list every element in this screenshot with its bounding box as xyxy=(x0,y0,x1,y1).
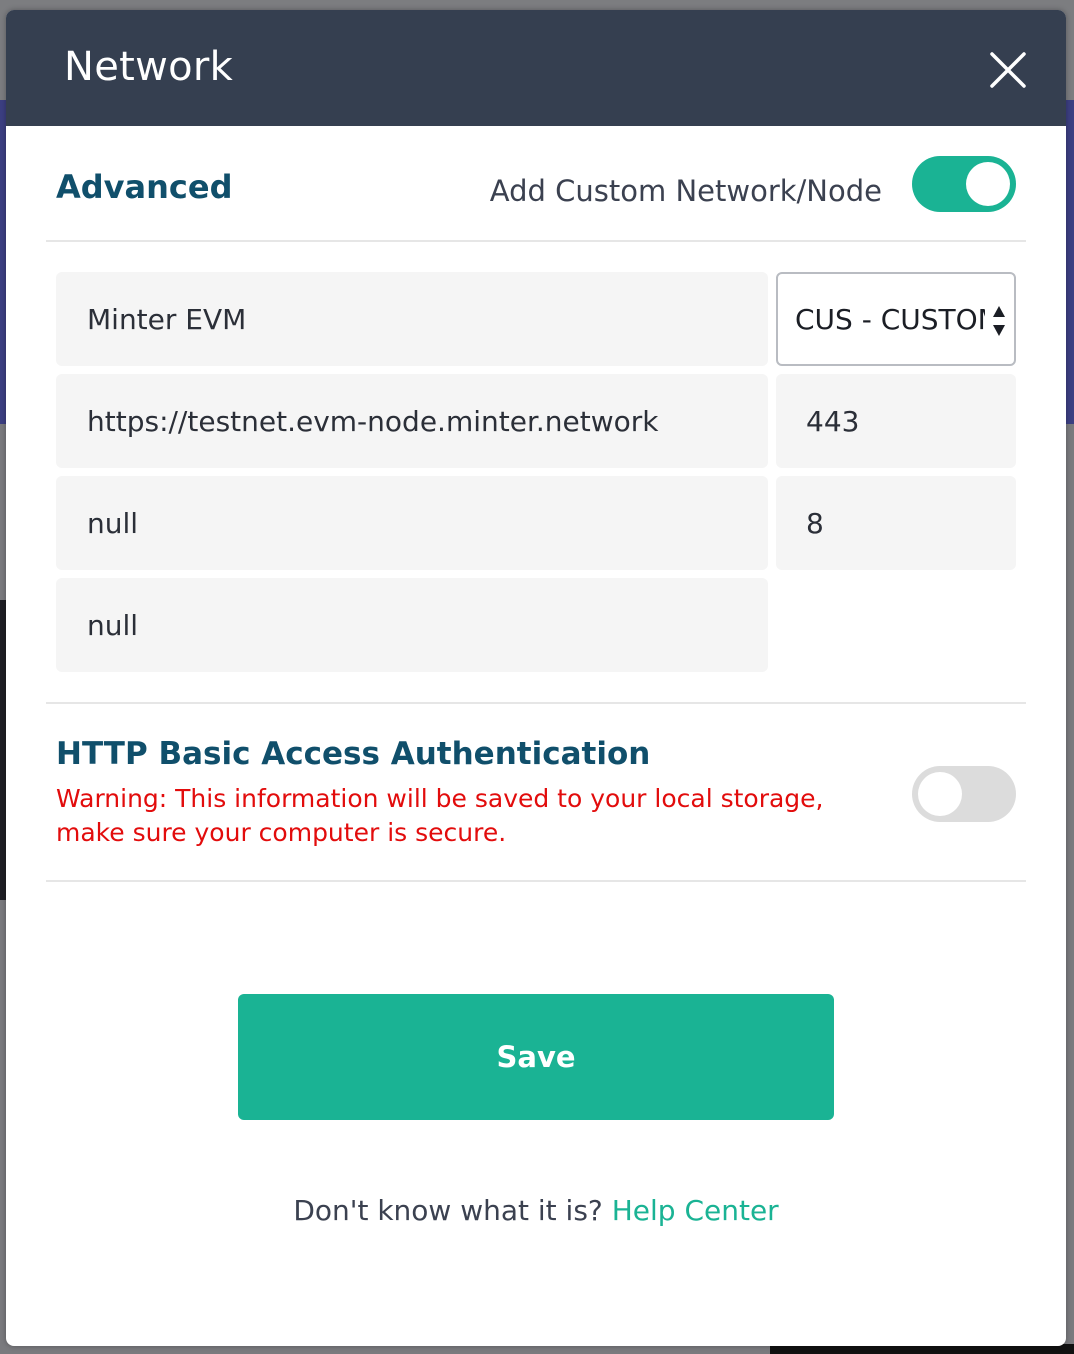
help-line: Don't know what it is? Help Center xyxy=(6,1194,1066,1227)
network-name-input[interactable]: Minter EVM xyxy=(56,272,768,366)
modal-header: Network xyxy=(6,10,1066,126)
network-field-value: null xyxy=(87,506,139,540)
divider xyxy=(46,880,1026,882)
port-value: 443 xyxy=(806,404,860,438)
auth-heading: HTTP Basic Access Authentication xyxy=(56,736,651,772)
toggle-knob xyxy=(918,772,962,816)
port-input[interactable]: 443 xyxy=(776,374,1016,468)
network-field-value-2: null xyxy=(87,608,139,642)
divider xyxy=(46,240,1026,242)
network-field-input[interactable]: null xyxy=(56,476,768,570)
auth-toggle[interactable] xyxy=(912,766,1016,822)
decimals-input[interactable]: 8 xyxy=(776,476,1016,570)
help-center-link[interactable]: Help Center xyxy=(612,1194,779,1227)
node-url-input[interactable]: https://testnet.evm-node.minter.network xyxy=(56,374,768,468)
decimals-value: 8 xyxy=(806,506,824,540)
select-arrows-icon xyxy=(993,306,1005,336)
close-button[interactable] xyxy=(986,48,1030,92)
toggle-knob xyxy=(966,162,1010,206)
auth-warning-text: Warning: This information will be saved … xyxy=(56,784,824,847)
advanced-heading: Advanced xyxy=(56,168,233,206)
node-url-value: https://testnet.evm-node.minter.network xyxy=(87,404,659,438)
modal-title: Network xyxy=(64,44,234,90)
custom-node-label: Add Custom Network/Node xyxy=(489,174,882,208)
network-name-value: Minter EVM xyxy=(87,302,247,336)
save-button[interactable]: Save xyxy=(238,994,834,1120)
divider xyxy=(46,702,1026,704)
network-field-input-2[interactable]: null xyxy=(56,578,768,672)
help-prompt: Don't know what it is? xyxy=(293,1194,603,1227)
network-modal: Network Advanced Add Custom Network/Node… xyxy=(6,10,1066,1346)
custom-node-toggle[interactable] xyxy=(912,156,1016,212)
close-icon xyxy=(990,52,1026,88)
currency-select[interactable]: CUS - CUSTOM xyxy=(776,272,1016,366)
currency-select-value: CUS - CUSTOM xyxy=(795,302,985,336)
